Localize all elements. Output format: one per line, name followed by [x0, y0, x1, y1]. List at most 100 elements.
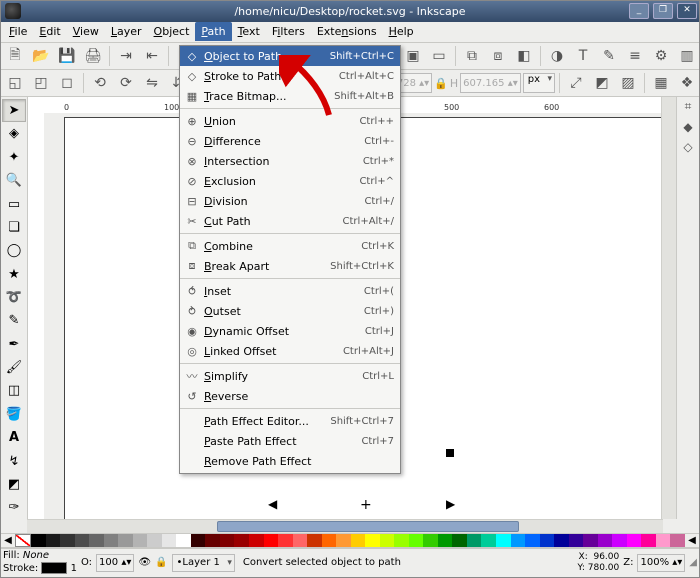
- swatch[interactable]: [104, 534, 119, 547]
- menu-filters[interactable]: Filters: [266, 22, 311, 41]
- ellipse-tool[interactable]: ◯: [2, 240, 26, 262]
- duplicate-button[interactable]: ⧉: [460, 44, 484, 68]
- zoom-input[interactable]: 100% ▴▾: [637, 554, 685, 572]
- swatch[interactable]: [191, 534, 206, 547]
- group-button[interactable]: ◧: [512, 44, 536, 68]
- swatch[interactable]: [264, 534, 279, 547]
- swatch[interactable]: [569, 534, 584, 547]
- path-menu-item-cut-path[interactable]: ✂Cut PathCtrl+Alt+/: [180, 211, 400, 231]
- path-menu-item-reverse[interactable]: ↺Reverse: [180, 386, 400, 406]
- swatch[interactable]: [307, 534, 322, 547]
- path-menu-item-union[interactable]: ⊕UnionCtrl++: [180, 111, 400, 131]
- path-menu-item-division[interactable]: ⊟DivisionCtrl+/: [180, 191, 400, 211]
- swatch[interactable]: [423, 534, 438, 547]
- path-menu-item-inset[interactable]: ⥀InsetCtrl+(: [180, 281, 400, 301]
- snap-button[interactable]: ❖: [675, 71, 699, 95]
- zoom-tool[interactable]: 🔍: [2, 170, 26, 192]
- star-tool[interactable]: ★: [2, 263, 26, 285]
- menu-view[interactable]: View: [67, 22, 105, 41]
- path-menu-item-path-effect-editor[interactable]: Path Effect Editor...Shift+Ctrl+7: [180, 411, 400, 431]
- docprops-button[interactable]: ▥: [675, 44, 699, 68]
- path-menu-item-paste-path-effect[interactable]: Paste Path EffectCtrl+7: [180, 431, 400, 451]
- swatch[interactable]: [220, 534, 235, 547]
- rotate-cw-button[interactable]: ⟳: [114, 71, 138, 95]
- deselect-button[interactable]: ◻: [55, 71, 79, 95]
- layer-select[interactable]: •Layer 1: [172, 554, 235, 572]
- vertical-scrollbar[interactable]: [661, 97, 676, 518]
- snap-option-1[interactable]: ◆: [683, 120, 692, 134]
- window-maximize-button[interactable]: ❐: [653, 3, 673, 19]
- swatch[interactable]: [481, 534, 496, 547]
- swatch[interactable]: [351, 534, 366, 547]
- swatch[interactable]: [31, 534, 46, 547]
- snap-toggle[interactable]: ⌗: [685, 99, 692, 114]
- 3dbox-tool[interactable]: ❏: [2, 216, 26, 238]
- palette-menu[interactable]: ◀: [685, 534, 699, 547]
- align-dialog-button[interactable]: ≡: [623, 44, 647, 68]
- zoom-drawing-button[interactable]: ▣: [401, 44, 425, 68]
- resize-grip-icon[interactable]: ◢: [689, 557, 697, 568]
- node-tool[interactable]: ◈: [2, 123, 26, 145]
- swatch[interactable]: [336, 534, 351, 547]
- bezier-tool[interactable]: ✒: [2, 333, 26, 355]
- fillstroke-dialog-button[interactable]: ◑: [545, 44, 569, 68]
- open-button[interactable]: 📂: [29, 44, 53, 68]
- menu-extensions[interactable]: Extensions: [311, 22, 383, 41]
- swatch[interactable]: [598, 534, 613, 547]
- paintbucket-tool[interactable]: 🪣: [2, 403, 26, 425]
- gradient-tool[interactable]: ◩: [2, 473, 26, 495]
- menu-file[interactable]: File: [3, 22, 33, 41]
- xml-editor-button[interactable]: ✎: [597, 44, 621, 68]
- menu-text[interactable]: Text: [232, 22, 266, 41]
- rotate-ccw-button[interactable]: ⟲: [88, 71, 112, 95]
- swatch[interactable]: [438, 534, 453, 547]
- swatch[interactable]: [75, 534, 90, 547]
- fill-value[interactable]: None: [23, 550, 49, 561]
- swatch[interactable]: [409, 534, 424, 547]
- stroke-swatch[interactable]: [41, 562, 67, 574]
- new-doc-button[interactable]: 🗎: [3, 44, 27, 68]
- swatch[interactable]: [452, 534, 467, 547]
- swatch[interactable]: [162, 534, 177, 547]
- snap-option-2[interactable]: ◇: [683, 140, 692, 154]
- window-minimize-button[interactable]: _: [629, 3, 649, 19]
- path-menu-item-exclusion[interactable]: ⊘ExclusionCtrl+^: [180, 171, 400, 191]
- rect-tool[interactable]: ▭: [2, 193, 26, 215]
- opacity-input[interactable]: 100 ▴▾: [96, 554, 134, 572]
- swatch-none[interactable]: [15, 534, 31, 547]
- flip-h-button[interactable]: ⇋: [140, 71, 164, 95]
- swatch[interactable]: [46, 534, 61, 547]
- import-button[interactable]: ⇥: [114, 44, 138, 68]
- zoom-page-button[interactable]: ▭: [427, 44, 451, 68]
- affect-corners-button[interactable]: ◩: [590, 71, 614, 95]
- affect-gradient-button[interactable]: ▨: [616, 71, 640, 95]
- path-menu-item-difference[interactable]: ⊖DifferenceCtrl+-: [180, 131, 400, 151]
- spiral-tool[interactable]: ➰: [2, 286, 26, 308]
- select-all-button[interactable]: ◰: [29, 71, 53, 95]
- swatch[interactable]: [554, 534, 569, 547]
- path-menu-item-stroke-to-path[interactable]: ◇Stroke to PathCtrl+Alt+C: [180, 66, 400, 86]
- swatch[interactable]: [293, 534, 308, 547]
- swatch[interactable]: [249, 534, 264, 547]
- swatch[interactable]: [670, 534, 685, 547]
- swatch[interactable]: [60, 534, 75, 547]
- path-menu-item-trace-bitmap[interactable]: ▦Trace Bitmap...Shift+Alt+B: [180, 86, 400, 106]
- swatch[interactable]: [365, 534, 380, 547]
- connector-tool[interactable]: ↯: [2, 450, 26, 472]
- swatch[interactable]: [234, 534, 249, 547]
- select-all-layers-button[interactable]: ◱: [3, 71, 27, 95]
- layer-lock-icon[interactable]: 🔒: [155, 557, 167, 568]
- tweak-tool[interactable]: ✦: [2, 146, 26, 168]
- swatch[interactable]: [394, 534, 409, 547]
- text-dialog-button[interactable]: T: [571, 44, 595, 68]
- swatch[interactable]: [147, 534, 162, 547]
- pencil-tool[interactable]: ✎: [2, 310, 26, 332]
- dropper-tool[interactable]: ✑: [2, 497, 26, 519]
- swatch[interactable]: [205, 534, 220, 547]
- text-tool[interactable]: A: [2, 426, 26, 448]
- swatch[interactable]: [322, 534, 337, 547]
- swatch[interactable]: [278, 534, 293, 547]
- menu-object[interactable]: Object: [148, 22, 196, 41]
- menu-path[interactable]: Path: [195, 22, 231, 41]
- path-menu-item-simplify[interactable]: 〰SimplifyCtrl+L: [180, 366, 400, 386]
